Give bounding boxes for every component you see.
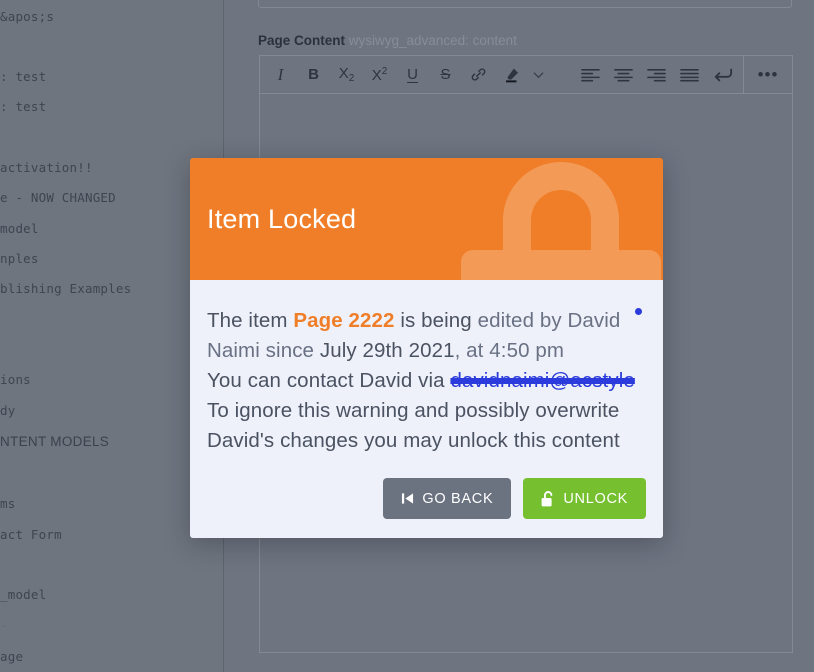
bold-button[interactable]: B: [297, 56, 330, 93]
sidebar-item[interactable]: NTENT MODELS: [0, 434, 109, 449]
highlighter-icon[interactable]: [495, 56, 528, 93]
sidebar-item[interactable]: model: [0, 221, 39, 236]
contact-email-redacted[interactable]: davidnaimi@acstyle: [450, 366, 634, 396]
align-right-button[interactable]: [640, 56, 673, 93]
message-line-4: To ignore this warning and possibly over…: [207, 399, 620, 422]
field-label-title: Page Content: [258, 33, 346, 48]
message-line2-part1: Naimi since: [207, 339, 320, 362]
modal-body: The item Page 2222 is being edited by Da…: [190, 280, 663, 538]
sidebar-item[interactable]: ions: [0, 372, 31, 387]
sidebar-item[interactable]: _model: [0, 587, 46, 602]
sidebar-item[interactable]: nples: [0, 251, 39, 266]
subscript-button[interactable]: X2: [330, 56, 363, 93]
go-back-label: GO BACK: [422, 490, 494, 507]
sidebar-item[interactable]: e - NOW CHANGED: [0, 190, 116, 205]
superscript-button[interactable]: X2: [363, 56, 396, 93]
unlock-label: UNLOCK: [563, 490, 628, 507]
underline-button[interactable]: U: [396, 56, 429, 93]
modal-title: Item Locked: [207, 204, 357, 234]
locked-item-name: Page 2222: [293, 309, 395, 332]
message-line2-part2: , at: [454, 339, 490, 362]
message-line3-part1: You can contact David via: [207, 369, 451, 392]
chevron-down-icon[interactable]: [528, 56, 548, 93]
line-break-button[interactable]: [706, 56, 739, 93]
sidebar-item[interactable]: &apos;s: [0, 9, 54, 24]
italic-button[interactable]: I: [264, 56, 297, 93]
sidebar-item[interactable]: blishing Examples: [0, 281, 131, 296]
item-locked-modal: Item Locked The item Page 2222 is being …: [190, 158, 663, 538]
strikethrough-button[interactable]: S: [429, 56, 462, 93]
page-content-field-label: Page Content wysiwyg_advanced: content: [258, 33, 517, 48]
sidebar-item[interactable]: ms: [0, 496, 15, 511]
sidebar-item[interactable]: dy: [0, 403, 15, 418]
lock-date: July 29th 2021: [319, 339, 455, 362]
go-back-button[interactable]: GO BACK: [383, 478, 512, 519]
sidebar-item[interactable]: : test: [0, 69, 46, 84]
message-line-2: Naimi since July 29th 2021, at 4:50 pm: [207, 336, 646, 366]
modal-actions: GO BACK UNLOCK: [207, 456, 646, 538]
padlock-icon: [461, 162, 661, 280]
previous-field-input[interactable]: [258, 0, 792, 8]
link-icon[interactable]: [462, 56, 495, 93]
align-justify-button[interactable]: [673, 56, 706, 93]
modal-header: Item Locked: [190, 158, 663, 280]
more-options-button[interactable]: •••: [748, 56, 788, 93]
open-padlock-icon: [541, 490, 555, 507]
sidebar-item[interactable]: activation!!: [0, 160, 93, 175]
skip-back-icon: [401, 492, 414, 505]
toolbar-overflow-group: •••: [744, 56, 792, 93]
modal-message: The item Page 2222 is being edited by Da…: [207, 306, 646, 456]
toolbar-align-group: [570, 56, 743, 93]
message-line-5: David's changes you may unlock this cont…: [207, 429, 620, 452]
sidebar-item[interactable]: age: [0, 649, 23, 664]
toolbar-format-group: I B X2 X2 U S: [260, 56, 552, 93]
message-line1-part3: edited by David: [477, 309, 621, 332]
app-window: &apos;s : test : test activation!! e - NOW C…: [0, 0, 814, 672]
sidebar-item[interactable]: act Form: [0, 527, 62, 542]
message-line-3: You can contact David via davidnaimi@acs…: [207, 366, 646, 396]
wysiwyg-toolbar: I B X2 X2 U S •••: [259, 55, 793, 93]
message-line-1: The item Page 2222 is being edited by Da…: [207, 306, 646, 336]
field-label-subtitle: wysiwyg_advanced: content: [348, 33, 517, 48]
sidebar-item[interactable]: -: [0, 618, 8, 633]
message-line1-part2: is being: [394, 309, 478, 332]
align-left-button[interactable]: [574, 56, 607, 93]
message-line1-part1: The item: [207, 309, 294, 332]
align-center-button[interactable]: [607, 56, 640, 93]
annotation-dot: [635, 308, 642, 315]
lock-time: 4:50 pm: [489, 339, 565, 362]
unlock-button[interactable]: UNLOCK: [523, 478, 646, 519]
sidebar-item[interactable]: : test: [0, 99, 46, 114]
